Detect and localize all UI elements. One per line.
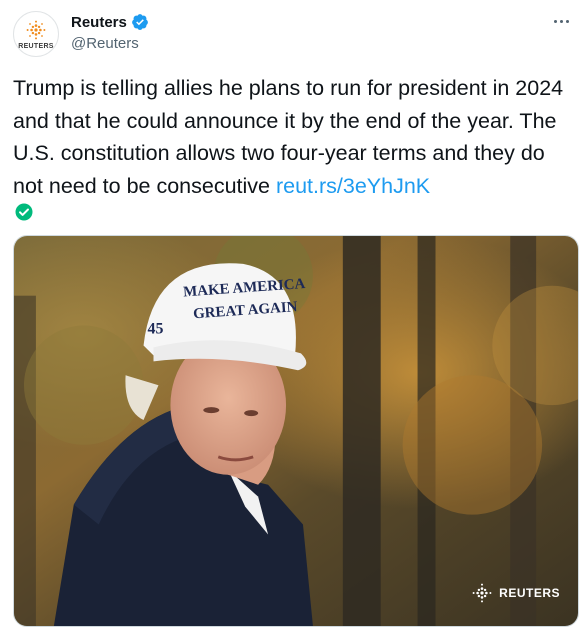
author-name-row: Reuters (71, 13, 149, 31)
display-name[interactable]: Reuters (71, 14, 127, 31)
user-handle[interactable]: @Reuters (71, 35, 139, 52)
more-options-icon[interactable] (550, 12, 572, 30)
avatar[interactable]: REUTERS (13, 11, 59, 57)
tweet-link[interactable]: reut.rs/3eYhJnK (276, 174, 430, 198)
reuters-logo-icon (26, 20, 46, 39)
hat-number: 45 (148, 321, 164, 338)
reuters-watermark-icon (472, 583, 492, 603)
photo-scene: MAKE AMERICA GREAT AGAIN 45 (14, 236, 578, 626)
check-circle-icon (15, 203, 33, 221)
verified-badge-icon (131, 14, 148, 30)
tweet-photo[interactable]: MAKE AMERICA GREAT AGAIN 45 REUTERS (13, 235, 579, 627)
photo-watermark: REUTERS (471, 582, 560, 604)
tweet-card: REUTERS Reuters @Reuters Trump is tellin… (0, 0, 586, 634)
avatar-label: REUTERS (18, 42, 54, 50)
watermark-label: REUTERS (499, 586, 560, 600)
tweet-text: Trump is telling allies he plans to run … (13, 72, 578, 202)
